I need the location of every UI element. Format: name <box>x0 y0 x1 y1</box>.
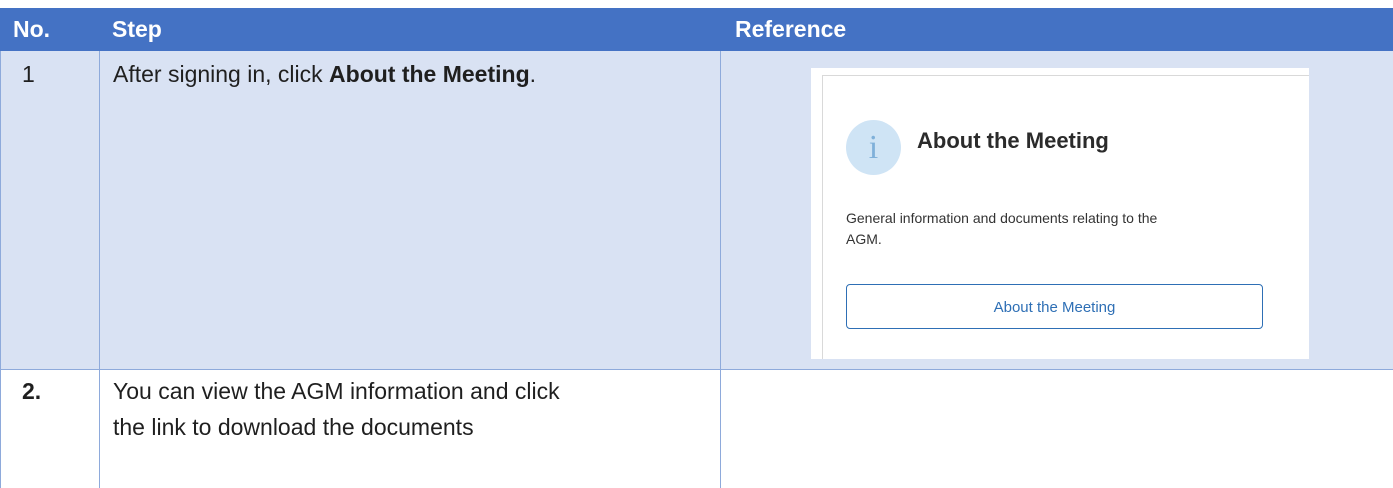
row-1-number: 1 <box>22 61 35 87</box>
row-1-step-suffix: . <box>529 61 537 87</box>
row-1-step: After signing in, click About the Meetin… <box>113 56 536 92</box>
row-2-step: You can view the AGM information and cli… <box>113 373 560 445</box>
card-description-line-1: General information and documents relati… <box>846 210 1158 226</box>
column-divider-2 <box>720 51 721 488</box>
card-description: General information and documents relati… <box>846 208 1286 250</box>
row-1-step-bold: About the Meeting <box>329 61 530 87</box>
table-border-left <box>0 51 1 488</box>
card-left-border <box>822 75 823 359</box>
column-divider-1 <box>99 51 100 488</box>
table-header-row: No. Step Reference <box>0 8 1393 51</box>
reference-screenshot: i About the Meeting General information … <box>811 68 1309 359</box>
card-description-line-2: AGM. <box>846 231 882 247</box>
card-title: About the Meeting <box>917 128 1109 153</box>
card-top-border <box>822 75 1309 76</box>
header-no: No. <box>13 16 51 42</box>
row-divider <box>0 369 1393 370</box>
info-icon: i <box>846 120 901 175</box>
row-1-step-text: After signing in, click <box>113 61 330 87</box>
row-2-step-line-2: the link to download the documents <box>113 414 474 440</box>
row-2-number: 2. <box>22 378 42 404</box>
header-step: Step <box>112 16 162 42</box>
header-reference: Reference <box>735 16 847 42</box>
instructions-table: No. Step Reference 1 After signing in, c… <box>0 0 1393 488</box>
info-icon-glyph: i <box>868 129 879 166</box>
about-the-meeting-button[interactable]: About the Meeting <box>846 284 1263 329</box>
row-2-step-line-1: You can view the AGM information and cli… <box>113 378 560 404</box>
